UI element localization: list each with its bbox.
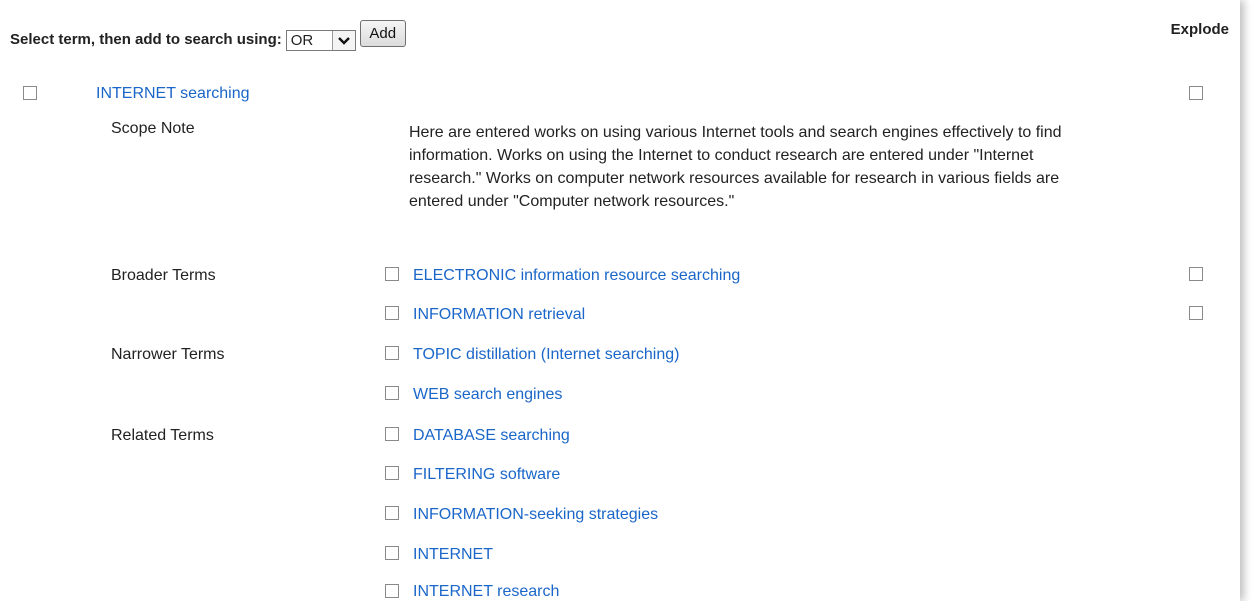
related-term-checkbox[interactable] xyxy=(385,584,399,598)
boolean-operator-select[interactable]: OR xyxy=(285,30,356,51)
narrower-term-checkbox[interactable] xyxy=(385,386,399,400)
related-term-link[interactable]: INTERNET xyxy=(413,545,493,565)
thesaurus-panel: Select term, then add to search using: O… xyxy=(0,0,1240,601)
related-term-checkbox[interactable] xyxy=(385,506,399,520)
main-term-explode-checkbox[interactable] xyxy=(1189,86,1203,100)
broader-term-explode-checkbox[interactable] xyxy=(1189,306,1203,320)
related-term-link[interactable]: INTERNET research xyxy=(413,582,559,601)
main-term-link[interactable]: INTERNET searching xyxy=(96,84,250,104)
scope-note-text: Here are entered works on using various … xyxy=(409,124,1062,210)
broader-term-link[interactable]: ELECTRONIC information resource searchin… xyxy=(413,266,740,286)
narrower-term-checkbox[interactable] xyxy=(385,346,399,360)
add-button[interactable]: Add xyxy=(359,20,406,47)
broader-term-checkbox[interactable] xyxy=(385,267,399,281)
related-term-link[interactable]: FILTERING software xyxy=(413,465,560,485)
chevron-down-icon[interactable] xyxy=(331,31,355,50)
broader-term-checkbox[interactable] xyxy=(385,306,399,320)
related-term-link[interactable]: DATABASE searching xyxy=(413,426,570,446)
related-term-checkbox[interactable] xyxy=(385,427,399,441)
boolean-operator-value: OR xyxy=(290,32,314,49)
narrower-term-link[interactable]: WEB search engines xyxy=(413,385,562,405)
broader-terms-label: Broader Terms xyxy=(111,267,216,284)
scope-note-label: Scope Note xyxy=(111,120,195,137)
related-term-checkbox[interactable] xyxy=(385,466,399,480)
broader-term-explode-checkbox[interactable] xyxy=(1189,267,1203,281)
explode-header: Explode xyxy=(1170,21,1229,38)
related-term-link[interactable]: INFORMATION-seeking strategies xyxy=(413,505,658,525)
main-term-checkbox[interactable] xyxy=(23,86,37,100)
related-term-checkbox[interactable] xyxy=(385,546,399,560)
toolbar: Select term, then add to search using: O… xyxy=(10,20,406,51)
related-terms-label: Related Terms xyxy=(111,427,214,444)
narrower-term-link[interactable]: TOPIC distillation (Internet searching) xyxy=(413,345,679,365)
narrower-terms-label: Narrower Terms xyxy=(111,346,225,363)
broader-term-link[interactable]: INFORMATION retrieval xyxy=(413,305,585,325)
select-term-label: Select term, then add to search using: xyxy=(10,31,282,48)
